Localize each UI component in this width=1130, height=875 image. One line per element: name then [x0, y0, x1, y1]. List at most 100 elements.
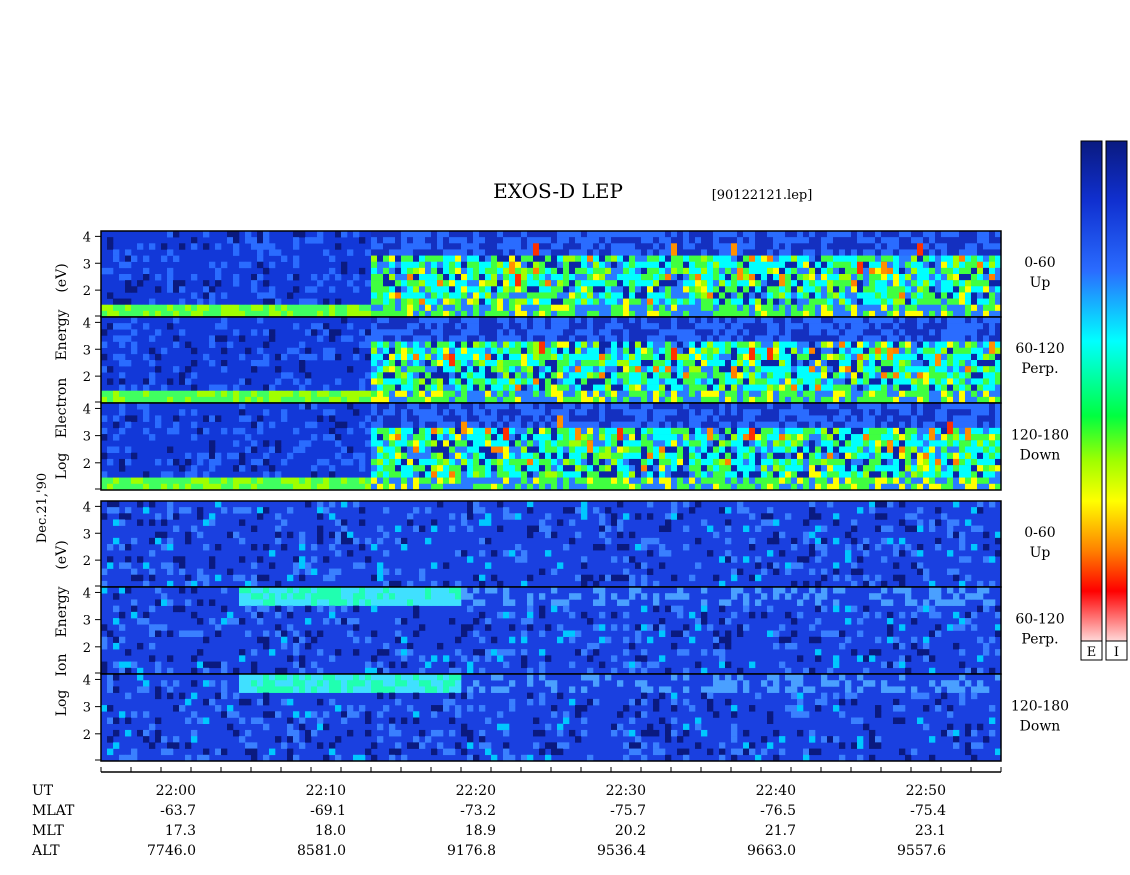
heat-cell: [887, 323, 894, 330]
heat-cell: [797, 465, 804, 472]
heat-cell: [509, 298, 516, 306]
heat-cell: [425, 317, 432, 324]
heat-cell: [527, 243, 534, 250]
heat-cell: [551, 237, 558, 244]
heat-cell: [815, 280, 822, 287]
heat-cell: [773, 471, 780, 478]
heat-cell: [941, 360, 948, 367]
heat-cell: [899, 317, 906, 324]
heat-cell: [869, 372, 876, 379]
heat-cell: [269, 384, 276, 392]
heat-cell: [917, 323, 924, 330]
heat-cell: [539, 298, 546, 306]
heat-cell: [173, 231, 180, 238]
heat-cell: [881, 409, 888, 416]
heat-cell: [947, 390, 954, 398]
heat-cell: [155, 458, 162, 466]
heat-cell: [515, 261, 522, 269]
heat-cell: [581, 415, 588, 422]
heat-cell: [845, 434, 852, 441]
heat-cell: [617, 465, 624, 472]
heat-cell: [389, 267, 396, 275]
heat-cell: [725, 390, 732, 398]
heat-cell: [791, 243, 798, 250]
heat-cell: [917, 409, 924, 416]
heat-cell: [959, 378, 966, 385]
heat-cell: [701, 280, 708, 287]
heat-cell: [371, 255, 378, 263]
heat-cell: [485, 304, 492, 312]
heat-cell: [539, 329, 546, 336]
heat-cell: [383, 231, 390, 238]
heat-cell: [839, 440, 846, 447]
heat-cell: [851, 243, 858, 250]
heat-cell: [899, 237, 906, 244]
heat-cell: [425, 353, 432, 361]
heat-cell: [599, 390, 606, 398]
heat-cell: [287, 372, 294, 379]
heat-cell: [923, 329, 930, 336]
heat-cell: [611, 372, 618, 379]
heat-cell: [521, 237, 528, 244]
heat-cell: [905, 421, 912, 429]
heat-cell: [413, 403, 420, 410]
heat-cell: [551, 353, 558, 361]
heat-cell: [899, 347, 906, 355]
heat-cell: [587, 384, 594, 392]
heat-cell: [761, 298, 768, 306]
heat-cell: [371, 304, 378, 312]
heat-cell: [953, 378, 960, 385]
heat-cell: [689, 465, 696, 472]
heat-cell: [773, 323, 780, 330]
heat-cell: [593, 440, 600, 447]
heat-cell: [467, 446, 474, 454]
heat-cell: [359, 384, 366, 392]
heat-cell: [371, 384, 378, 392]
heat-cell: [953, 304, 960, 312]
heat-cell: [983, 360, 990, 367]
heat-cell: [689, 353, 696, 361]
heat-cell: [779, 446, 786, 454]
heat-cell: [653, 317, 660, 324]
heat-cell: [899, 415, 906, 422]
heat-cell: [215, 384, 222, 392]
heat-cell: [605, 353, 612, 361]
heat-cell: [599, 409, 606, 416]
heat-cell: [671, 329, 678, 336]
heat-cell: [713, 360, 720, 367]
heat-cell: [503, 237, 510, 244]
heat-cell: [407, 329, 414, 336]
heat-cell: [407, 384, 414, 392]
heat-cell: [659, 360, 666, 367]
heat-cell: [275, 390, 282, 398]
heat-cell: [809, 274, 816, 281]
heat-cell: [659, 249, 666, 256]
heat-cell: [593, 465, 600, 472]
heat-cell: [617, 471, 624, 478]
heat-cell: [911, 465, 918, 472]
heat-cell: [503, 390, 510, 398]
heat-cell: [863, 335, 870, 342]
heat-cell: [593, 249, 600, 256]
heat-cell: [743, 360, 750, 367]
heat-cell: [413, 274, 420, 281]
heat-cell: [773, 360, 780, 367]
heat-cell: [707, 465, 714, 472]
heat-cell: [641, 458, 648, 466]
heat-cell: [107, 292, 114, 299]
heat-cell: [731, 415, 738, 422]
heat-cell: [977, 237, 984, 244]
heat-cell: [683, 231, 690, 238]
heat-cell: [971, 255, 978, 263]
heat-cell: [845, 477, 852, 485]
heat-cell: [671, 415, 678, 422]
heat-cell: [557, 471, 564, 478]
heat-cell: [497, 427, 504, 435]
heat-cell: [671, 440, 678, 447]
heat-cell: [827, 409, 834, 416]
heat-cell: [581, 434, 588, 441]
heat-cell: [233, 384, 240, 392]
heat-cell: [593, 471, 600, 478]
heat-cell: [899, 267, 906, 275]
heat-cell: [839, 280, 846, 287]
